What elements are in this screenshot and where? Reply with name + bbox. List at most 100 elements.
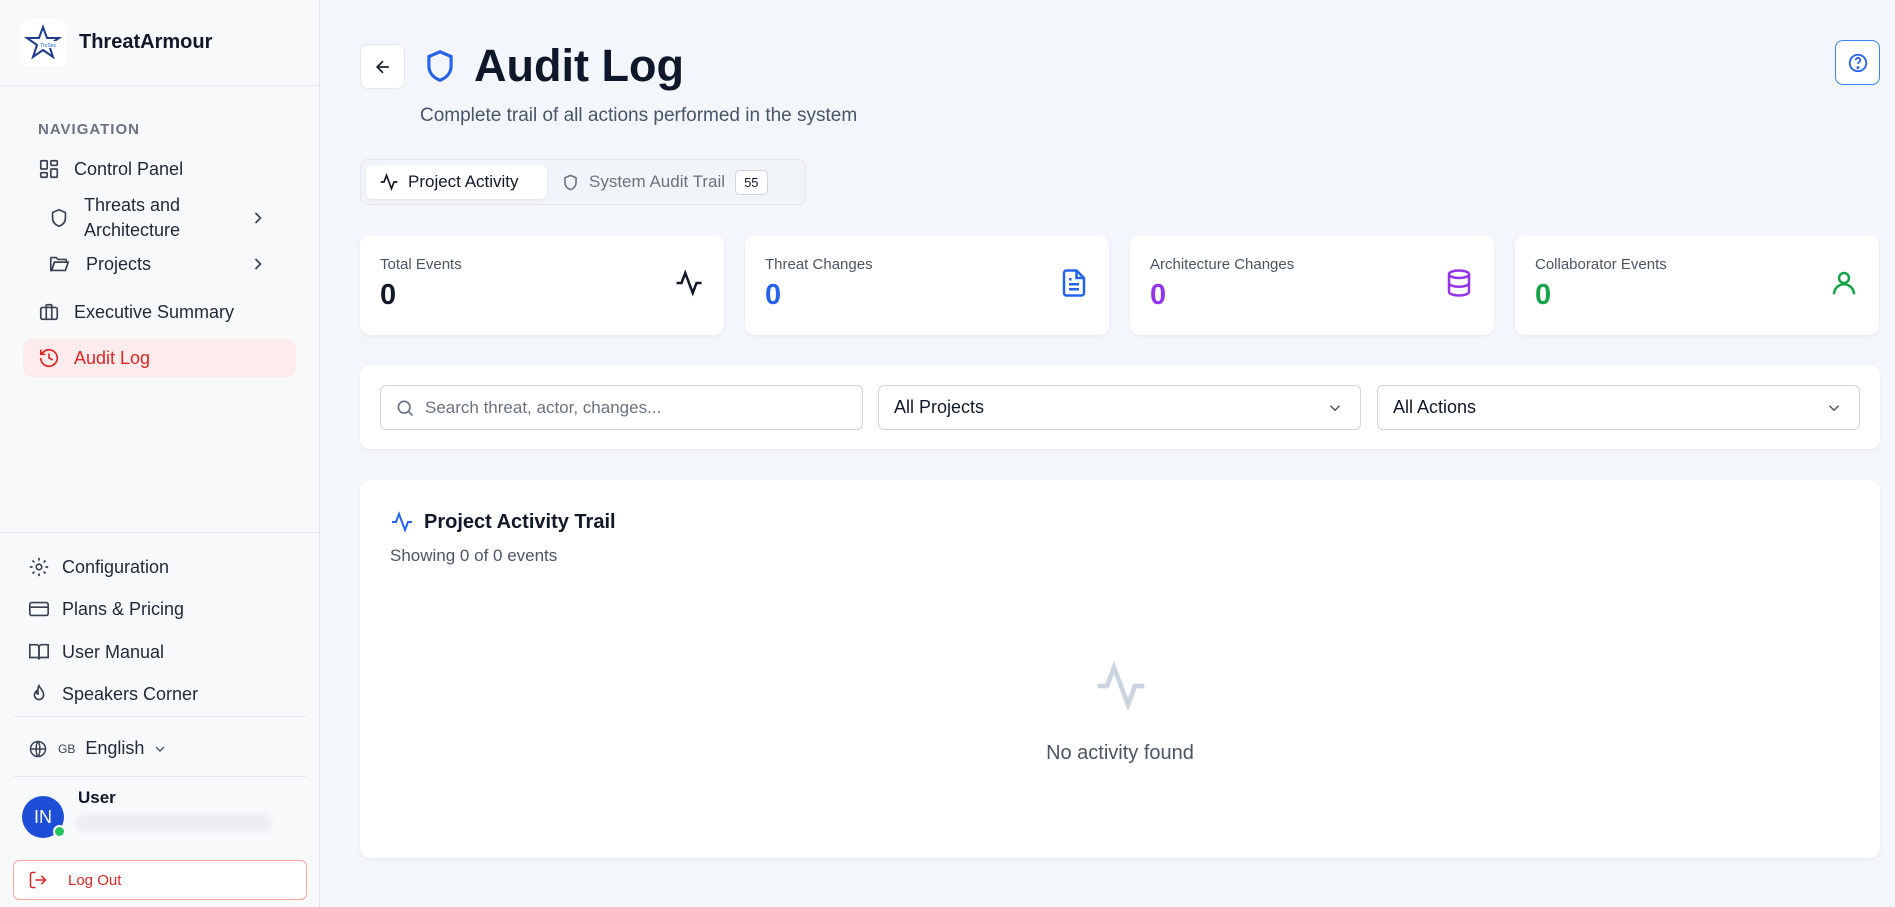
nav-item-plans-pricing[interactable]: Plans & Pricing [28, 596, 288, 622]
nav-item-control-panel[interactable]: Control Panel [38, 156, 298, 182]
database-icon [1447, 269, 1471, 297]
stat-value: 0 [380, 279, 397, 311]
nav-label-projects: Projects [86, 253, 152, 274]
nav-label-speakers-corner: Speakers Corner [62, 683, 199, 704]
chevron-right-icon [254, 258, 262, 270]
divider [0, 532, 320, 533]
page-title: Audit Log [474, 40, 684, 91]
stat-label: Threat Changes [765, 256, 873, 273]
shield-icon [427, 50, 453, 82]
search-icon [397, 400, 414, 416]
tab-bar: Project Activity System Audit Trail 55 [360, 159, 806, 205]
action-select[interactable]: All Actions [1377, 385, 1860, 430]
stat-label: Total Events [380, 256, 462, 273]
nav-item-executive-summary[interactable]: Executive Summary [38, 299, 298, 325]
briefcase-icon [39, 303, 59, 321]
book-icon [29, 643, 49, 660]
shield-icon [564, 174, 577, 190]
stat-value: 0 [765, 279, 782, 311]
project-select-value: All Projects [894, 397, 985, 417]
nav-item-projects[interactable]: Projects [48, 251, 268, 277]
help-button[interactable] [1835, 40, 1880, 85]
project-select[interactable]: All Projects [878, 385, 1361, 430]
gear-icon [29, 557, 49, 577]
empty-state-text: No activity found [1046, 742, 1194, 764]
stat-value: 0 [1150, 279, 1167, 311]
tab-project-activity[interactable]: Project Activity [366, 165, 547, 199]
nav-label-executive-summary: Executive Summary [74, 301, 235, 322]
folder-icon [49, 256, 70, 272]
language-label: English [85, 738, 145, 758]
user-name: User [78, 788, 116, 807]
arrow-left-icon [375, 60, 389, 73]
tab-system-audit-trail[interactable]: System Audit Trail 55 [561, 165, 768, 199]
chevron-down-icon [1828, 405, 1840, 412]
nav-item-configuration[interactable]: Configuration [28, 554, 288, 580]
divider [14, 776, 306, 777]
trail-header: Project Activity Trail [390, 510, 616, 534]
action-select-value: All Actions [1393, 397, 1477, 417]
tab-label: System Audit Trail [589, 172, 726, 191]
stat-value: 0 [1535, 279, 1552, 311]
brand-logo: ThrSec [19, 18, 67, 67]
avatar-initials: IN [34, 806, 52, 827]
nav-item-audit-log[interactable]: Audit Log [23, 339, 296, 377]
nav-item-user-manual[interactable]: User Manual [28, 639, 288, 665]
redacted-email [76, 814, 272, 832]
activity-icon [392, 511, 412, 533]
stat-label: Collaborator Events [1535, 256, 1667, 273]
nav-heading: NAVIGATION [38, 121, 140, 138]
sidebar: ThrSec ThreatArmour NAVIGATION Control P… [0, 0, 320, 907]
nav-item-speakers-corner[interactable]: Speakers Corner [28, 681, 288, 707]
language-selector[interactable]: GB English [28, 738, 168, 759]
back-button[interactable] [360, 44, 405, 89]
globe-icon [29, 740, 47, 757]
search-box[interactable] [380, 385, 863, 430]
divider [14, 716, 306, 717]
flame-icon [33, 683, 45, 701]
chevron-right-icon [254, 212, 262, 224]
brand[interactable]: ThrSec ThreatArmour [0, 0, 319, 86]
nav-label-configuration: Configuration [62, 556, 170, 577]
activity-icon [1097, 660, 1145, 712]
help-circle-icon [1848, 53, 1867, 72]
svg-text:ThrSec: ThrSec [40, 43, 57, 49]
user-profile[interactable]: IN [22, 796, 66, 838]
chevron-down-icon [1329, 405, 1341, 412]
stat-card-threat-changes: Threat Changes 0 [745, 235, 1109, 335]
file-text-icon [1062, 269, 1086, 297]
activity-icon [380, 172, 398, 192]
stat-label: Architecture Changes [1150, 256, 1295, 273]
user-icon [1832, 271, 1856, 295]
trail-count: Showing 0 of 0 events [390, 546, 558, 565]
logout-button[interactable]: Log Out [13, 860, 307, 900]
page-subtitle: Complete trail of all actions performed … [420, 105, 858, 126]
trail-title: Project Activity Trail [424, 510, 616, 533]
activity-trail-card: Project Activity Trail Showing 0 of 0 ev… [360, 480, 1880, 858]
online-status-dot [53, 825, 66, 838]
avatar: IN [22, 796, 66, 838]
logout-label: Log Out [68, 871, 122, 889]
count-badge: 55 [735, 169, 768, 195]
logout-icon [29, 871, 47, 889]
stat-card-collaborator-events: Collaborator Events 0 [1515, 235, 1879, 335]
history-icon [39, 349, 59, 368]
stat-card-total-events: Total Events 0 [360, 235, 724, 335]
stat-card-architecture-changes: Architecture Changes 0 [1130, 235, 1494, 335]
language-flag: GB [58, 741, 76, 756]
nav-label-plans-pricing: Plans & Pricing [62, 598, 185, 619]
nav-label-audit-log: Audit Log [74, 347, 151, 368]
brand-name: ThreatArmour [79, 31, 213, 53]
chevron-down-icon [155, 746, 165, 752]
nav-label-user-manual: User Manual [62, 641, 165, 662]
search-input[interactable] [425, 397, 845, 418]
activity-icon [676, 269, 702, 297]
tab-label: Project Activity [408, 172, 519, 191]
nav-label-threats-architecture: Threats and Architecture [84, 195, 181, 240]
dashboard-icon [39, 159, 59, 179]
star-logo-icon: ThrSec [23, 23, 63, 60]
nav-label-control-panel: Control Panel [74, 158, 184, 179]
shield-icon [51, 208, 67, 228]
filter-bar: All Projects All Actions [360, 365, 1880, 449]
nav-item-threats-architecture[interactable]: Threats and Architecture [48, 193, 268, 243]
